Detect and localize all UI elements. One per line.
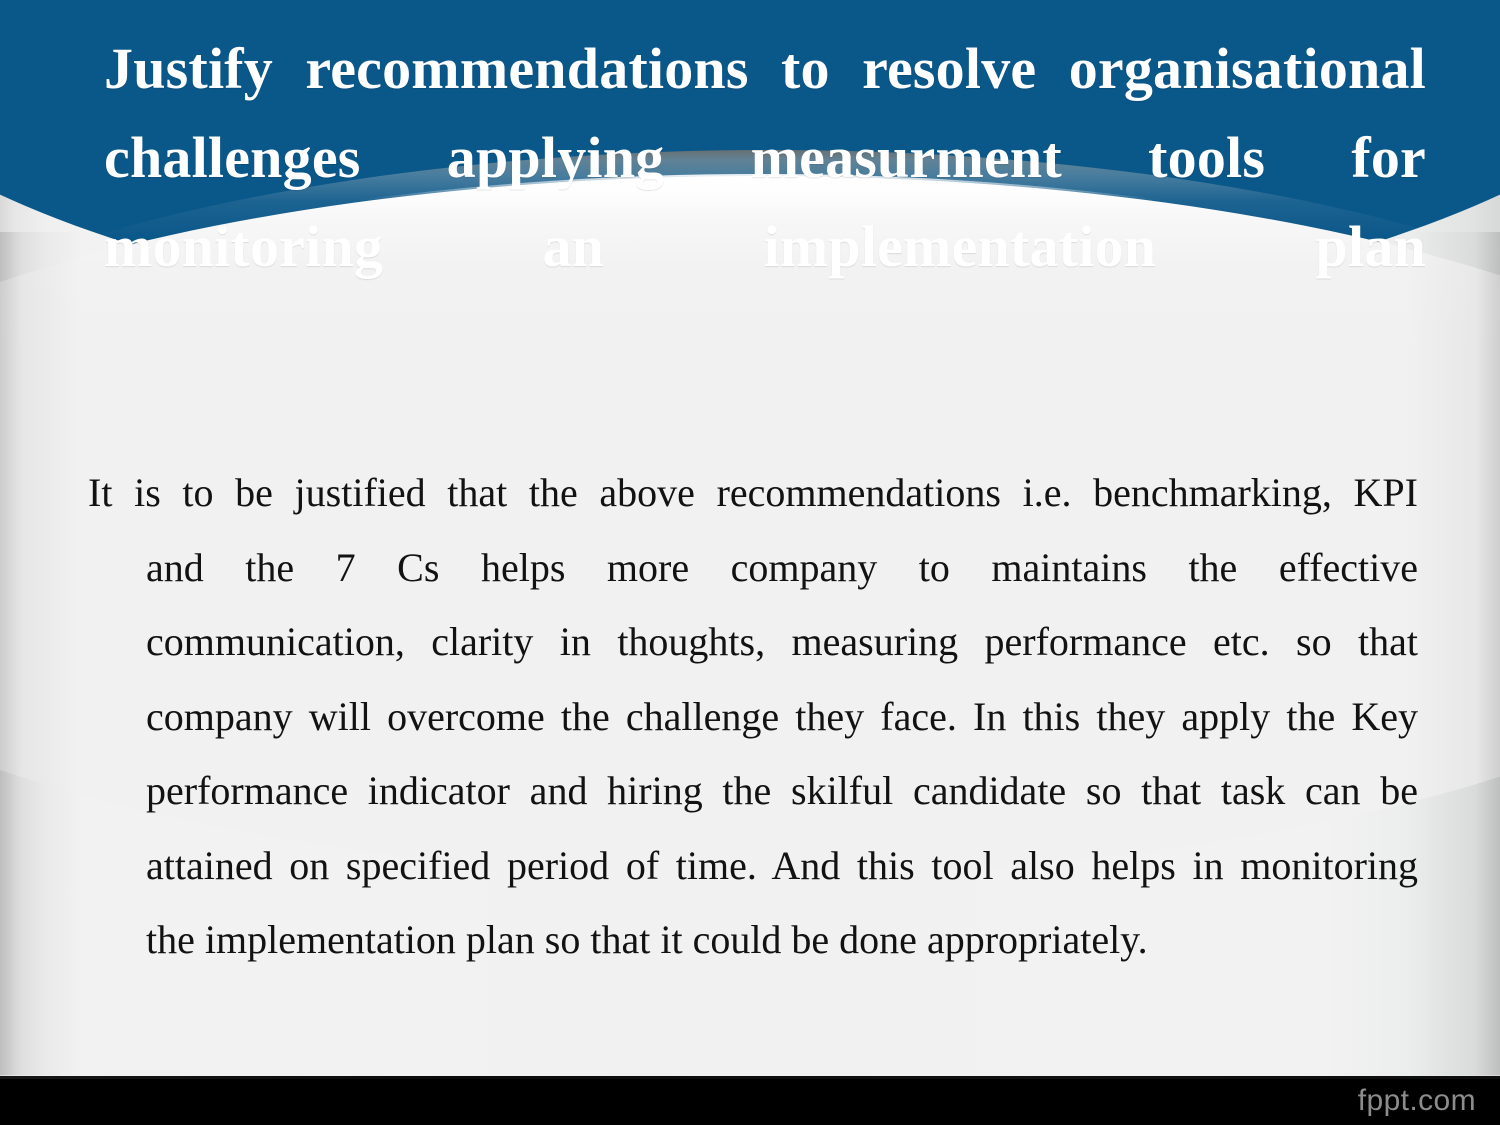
title-line-4: implementation plan [763,214,1426,279]
footer-top-edge [0,1076,1500,1079]
footer-bar: fppt.com [0,1076,1500,1125]
slide-canvas: Justify recommendations to resolve organ… [0,0,1500,1125]
slide-body-paragraph: It is to be justified that the above rec… [88,456,1418,978]
fppt-watermark: fppt.com [1357,1083,1476,1117]
body-line-7: the implementation plan so that it could… [146,917,1148,962]
slide-title: Justify recommendations to resolve organ… [104,24,1426,291]
body-line-3: communication, clarity in thoughts, meas… [146,619,1418,664]
body-line-1: It is to be justified that the above rec… [88,470,1418,515]
title-line-1: Justify recommendations to resolve [104,36,1037,101]
body-line-4: company will overcome the challenge they… [146,693,1418,739]
body-line-2: and the 7 Cs helps more company to maint… [146,544,1418,590]
body-line-6: attained on specified period of time. An… [146,842,1418,888]
body-line-5: performance indicator and hiring the ski… [146,768,1418,813]
